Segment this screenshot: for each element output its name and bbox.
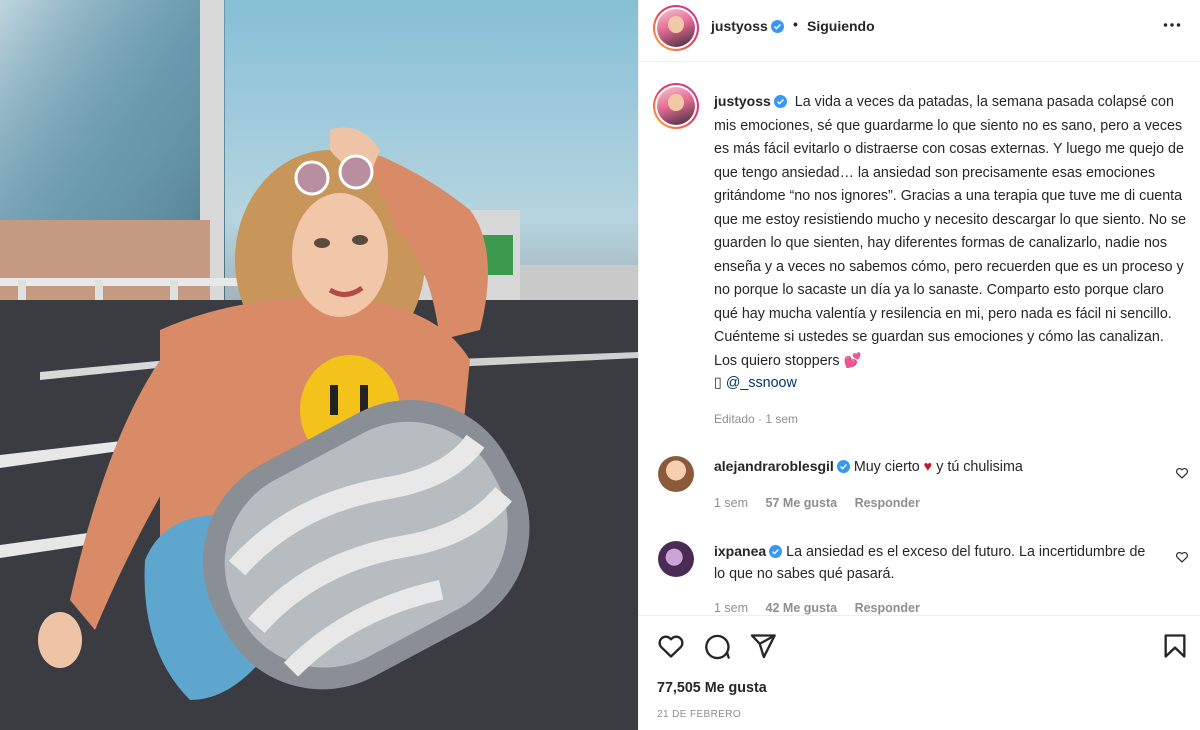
post-date: 21 DE FEBRERO [657,709,742,720]
author-username-text[interactable]: justyoss [711,18,768,34]
verified-badge-icon [770,20,784,33]
following-button[interactable]: Siguiendo [807,18,875,34]
bookmark-icon[interactable] [1161,632,1189,660]
tag-prefix-glyph: ▯ [714,375,722,391]
comment-meta: 1 sem 57 Me gusta Responder [714,496,934,510]
comment-item: alejandraroblesgil Muy cierto ♥ y tú chu… [714,455,1154,478]
caption-text: La vida a veces da patadas, la semana pa… [714,94,1187,369]
comment-like-heart-icon[interactable] [1175,466,1189,480]
author-avatar[interactable] [653,5,699,51]
comment-time: 1 sem [714,496,749,510]
caption-avatar[interactable] [653,83,699,129]
comment-time: 1 sem [714,601,749,615]
comment-icon[interactable] [703,632,731,660]
more-horizontal-icon[interactable] [1159,12,1185,38]
likes-count[interactable]: 77,505 Me gusta [657,680,767,696]
red-heart-emoji: ♥ [923,459,933,475]
comment-item: ixpanea La ansiedad es el exceso del fut… [714,540,1154,585]
comment-text: Muy cierto [853,459,920,475]
caption-username[interactable]: justyoss [714,93,787,109]
post-caption: justyoss La vida a veces da patadas, la … [714,90,1190,373]
verified-badge-icon [773,95,787,108]
verified-badge-icon [836,460,850,473]
comment-text-continued: y tú chulisima [936,459,1023,475]
commenter-username[interactable]: alejandraroblesgil [714,458,850,474]
commenter-avatar[interactable] [658,456,694,492]
tagged-user-link[interactable]: @_ssnoow [726,375,797,391]
comment-likes[interactable]: 57 Me gusta [766,496,838,510]
photo-illustration [0,0,638,730]
comment-likes[interactable]: 42 Me gusta [766,601,838,615]
post-header: justyoss • Siguiendo [639,0,1200,62]
share-icon[interactable] [749,632,777,660]
edited-timestamp: Editado · 1 sem [714,412,799,426]
comment-like-heart-icon[interactable] [1175,550,1189,564]
post-actions: 77,505 Me gusta 21 DE FEBRERO [639,615,1200,730]
comments-scroll-area[interactable]: justyoss La vida a veces da patadas, la … [639,63,1200,615]
comment-meta: 1 sem 42 Me gusta Responder [714,601,934,615]
heart-icon[interactable] [657,632,685,660]
commenter-avatar[interactable] [658,541,694,577]
author-username[interactable]: justyoss [711,18,784,34]
commenter-username[interactable]: ixpanea [714,543,783,559]
reply-button[interactable]: Responder [855,601,920,615]
post-panel: justyoss • Siguiendo justyoss La vida a … [638,0,1200,730]
reply-button[interactable]: Responder [855,496,920,510]
verified-badge-icon [769,545,783,558]
post-photo[interactable] [0,0,638,730]
two-hearts-emoji: 💕 [843,352,862,369]
header-separator: • [793,16,798,32]
caption-tag-line: ▯ @_ssnoow [714,375,797,391]
